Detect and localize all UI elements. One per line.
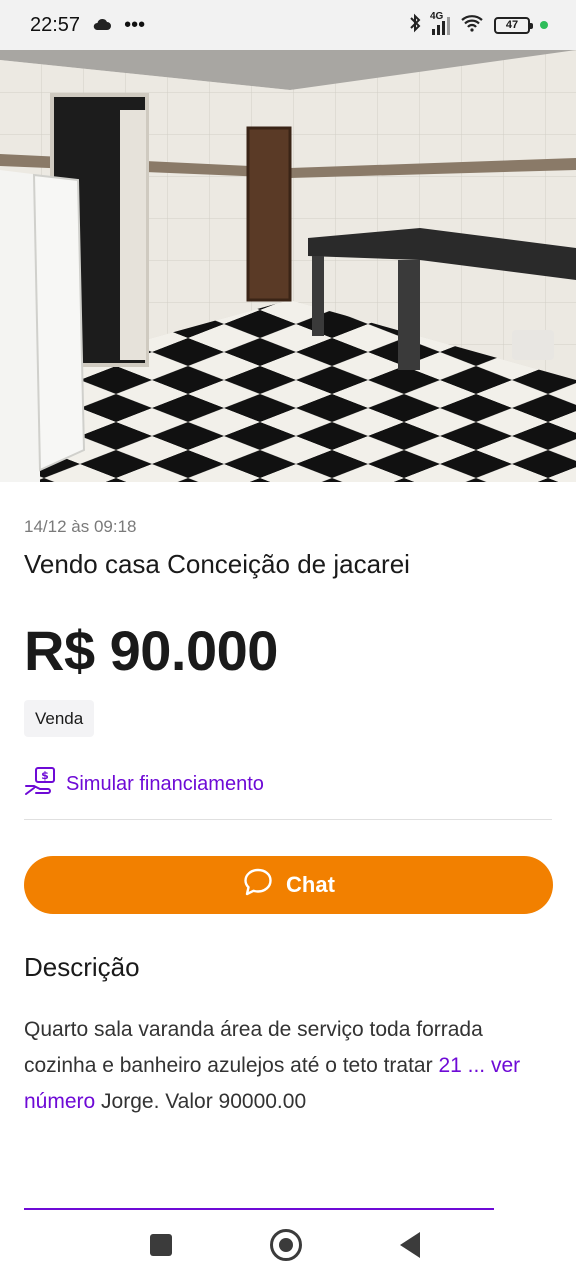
bluetooth-icon — [408, 13, 422, 38]
chat-button-label: Chat — [286, 872, 335, 897]
cloud-icon — [92, 14, 112, 37]
svg-text:$: $ — [41, 769, 49, 782]
listing-price: R$ 90.000 — [24, 619, 278, 682]
privacy-indicator-dot — [540, 21, 548, 29]
description-text: Quarto sala varanda área de serviço toda… — [24, 1012, 554, 1120]
home-button[interactable] — [270, 1229, 302, 1261]
listing-photo[interactable] — [0, 50, 576, 482]
description-heading: Descrição — [24, 952, 140, 982]
wifi-icon — [460, 14, 484, 37]
status-time: 22:57 — [30, 13, 81, 36]
divider — [24, 819, 552, 820]
listing-type-tag: Venda — [24, 700, 95, 737]
network-type: 4G — [430, 11, 444, 22]
battery-icon: 47 — [494, 16, 533, 34]
simulate-financing-link[interactable]: $ Simular financiamento — [24, 766, 264, 802]
listing-title: Vendo casa Conceição de jacarei — [24, 549, 410, 579]
recent-apps-button[interactable] — [150, 1234, 172, 1256]
overflow-indicator: ••• — [124, 13, 146, 36]
signal-icon: 4G — [430, 11, 450, 35]
status-bar: 22:57 ••• 4G 47 — [0, 0, 576, 50]
status-left: 22:57 ••• — [30, 14, 145, 37]
simulate-financing-label: Simular financiamento — [66, 772, 264, 795]
chat-bubble-icon — [242, 867, 274, 903]
back-button[interactable] — [400, 1232, 420, 1258]
listing-date: 14/12 às 09:18 — [24, 517, 137, 536]
description-body-end: Jorge. Valor 90000.00 — [95, 1090, 307, 1113]
phone-number-hidden[interactable]: 21 ... — [438, 1054, 485, 1077]
chat-button[interactable]: Chat — [24, 856, 553, 914]
progress-indicator-line — [24, 1208, 494, 1210]
status-right: 4G 47 — [408, 11, 548, 38]
money-hand-icon: $ — [24, 766, 58, 802]
navigation-bar — [0, 1212, 576, 1280]
description-body-start: Quarto sala varanda área de serviço toda… — [24, 1018, 483, 1077]
